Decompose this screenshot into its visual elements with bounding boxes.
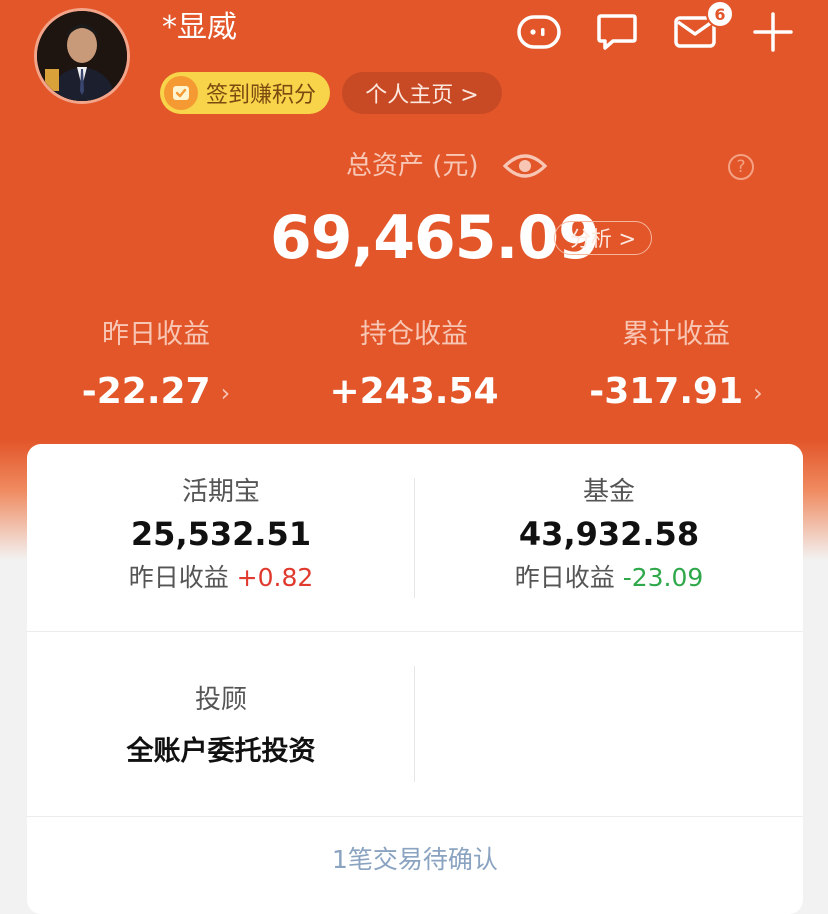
eye-icon[interactable]	[502, 148, 548, 184]
holding-earnings: 持仓收益 +243.54	[294, 316, 534, 418]
stat-label: 累计收益	[622, 319, 730, 350]
products-card: 活期宝 25,532.51 昨日收益 +0.82 基金 43,932.58 昨日…	[27, 444, 803, 914]
pending-transactions-link[interactable]: 1笔交易待确认	[27, 842, 803, 878]
divider	[414, 666, 415, 782]
username[interactable]: *显威	[162, 8, 237, 48]
advisor-cell[interactable]: 投顾 全账户委托投资	[27, 682, 415, 774]
stat-value: -317.91	[589, 371, 744, 412]
checkin-label: 签到赚积分	[206, 83, 317, 108]
yesterday-earnings[interactable]: 昨日收益 -22.27 ›	[36, 316, 276, 419]
total-assets-label: 总资产 (元)	[346, 151, 479, 181]
product-sub-label: 昨日收益	[514, 563, 615, 592]
total-assets-amount: 69,465.09	[270, 203, 600, 273]
mail-badge: 6	[706, 0, 734, 28]
product-amount: 25,532.51	[130, 515, 312, 553]
advisor-description: 全账户委托投资	[126, 736, 316, 767]
stat-label: 昨日收益	[102, 319, 210, 350]
help-icon[interactable]: ?	[728, 154, 754, 180]
checkin-button[interactable]: 签到赚积分	[160, 72, 330, 114]
product-sub-value: +0.82	[236, 563, 314, 592]
stat-value: +243.54	[329, 371, 499, 412]
stat-value: -22.27	[81, 371, 211, 412]
divider	[27, 631, 803, 632]
product-title: 基金	[582, 477, 635, 507]
huoqibao-cell[interactable]: 活期宝 25,532.51 昨日收益 +0.82	[27, 474, 415, 596]
homepage-button[interactable]: 个人主页 >	[342, 72, 502, 114]
product-title: 投顾	[194, 685, 247, 715]
stat-label: 持仓收益	[360, 319, 468, 350]
plus-icon[interactable]	[748, 10, 798, 54]
cumulative-earnings[interactable]: 累计收益 -317.91 ›	[556, 316, 796, 419]
product-amount: 43,932.58	[518, 515, 700, 553]
divider	[27, 816, 803, 817]
avatar[interactable]	[34, 8, 130, 104]
product-title: 活期宝	[181, 477, 260, 507]
product-sub-label: 昨日收益	[128, 563, 229, 592]
pig-icon[interactable]	[514, 10, 564, 54]
fund-cell[interactable]: 基金 43,932.58 昨日收益 -23.09	[415, 474, 803, 596]
chevron-right-icon: ›	[753, 379, 763, 407]
product-sub-value: -23.09	[622, 563, 704, 592]
chevron-right-icon: ›	[220, 379, 231, 407]
analyze-button[interactable]: 分析 >	[554, 221, 652, 255]
checkin-icon	[164, 76, 198, 110]
chat-icon[interactable]	[592, 10, 642, 54]
